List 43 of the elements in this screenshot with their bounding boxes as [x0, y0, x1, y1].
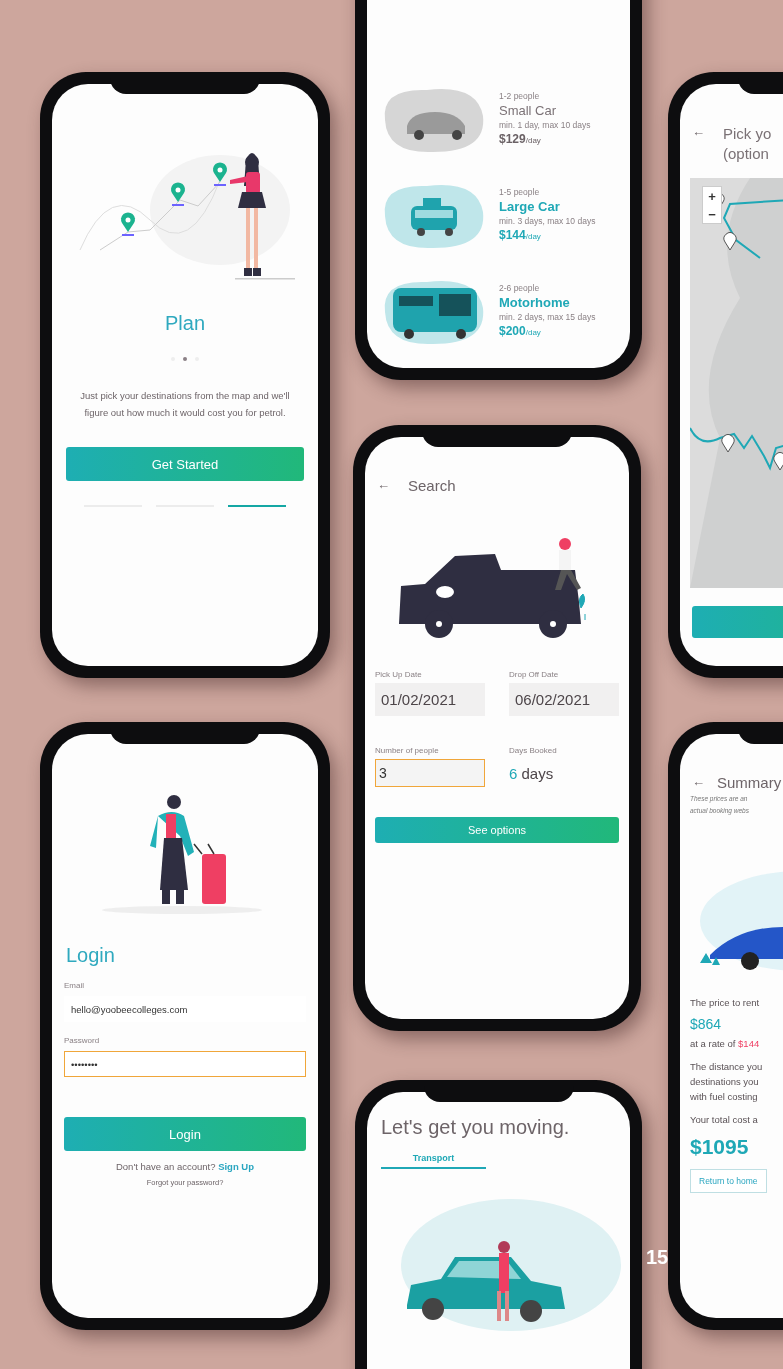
screen-title: Plan [165, 312, 205, 335]
total-cost: $1095 [689, 1134, 750, 1160]
screen-title: (option [723, 144, 770, 164]
people-count: 1-5 people [499, 186, 541, 197]
daily-price: $200/day [499, 323, 542, 338]
signup-prompt: Don't have an account? Sign Up [114, 1161, 256, 1172]
screen-title: Summary [717, 774, 782, 791]
login-field[interactable]: •••••••• [64, 1051, 306, 1077]
people-count: 1-2 people [499, 90, 541, 101]
page-number: 15 [646, 1246, 669, 1269]
onboarding-text: Just pick your destinations from the map and we'll figure out how much it would cost you for petrol. [79, 389, 291, 420]
daily-price: $144/day [499, 227, 542, 242]
screen-title: Login [66, 944, 116, 967]
page-dot[interactable] [183, 357, 187, 361]
rental-limits: min. 3 days, max 10 days [499, 215, 596, 226]
field-label: Email [64, 981, 85, 990]
rental-limits: min. 2 days, max 15 days [499, 311, 596, 322]
screen-title: Let's get you moving. [381, 1116, 571, 1139]
back-button[interactable]: ← [692, 124, 705, 139]
daily-price: $129/day [499, 131, 542, 146]
summary-text: Your total cost a [689, 1113, 759, 1127]
date-field[interactable]: 01/02/2021 [375, 683, 485, 716]
people-input[interactable]: 3 [375, 759, 485, 787]
summary-text: The distance you [689, 1060, 764, 1074]
field-label: Drop Off Date [509, 670, 560, 679]
field-label: Days Booked [509, 746, 558, 755]
days-booked: 6 days [509, 764, 555, 784]
back-button[interactable]: ← [692, 774, 705, 789]
rental-price: $864 [689, 1015, 723, 1034]
summary-text: destinations you [689, 1075, 760, 1089]
field-label: Number of people [375, 746, 440, 755]
field-label: Password [64, 1036, 101, 1045]
back-button[interactable]: ← [377, 477, 390, 492]
screen-title: Pick yo [723, 124, 772, 144]
step-indicator[interactable] [228, 505, 286, 507]
rate-text: at a rate of $144 [689, 1037, 761, 1051]
summary-text: The price to rent [689, 996, 761, 1010]
screen-title: Search [408, 477, 456, 494]
summary-text: with fuel costing [689, 1090, 759, 1104]
people-count: 2-6 people [499, 282, 541, 293]
date-field[interactable]: 06/02/2021 [509, 683, 619, 716]
rental-limits: min. 1 day, max 10 days [499, 119, 591, 130]
field-label: Pick Up Date [375, 670, 423, 679]
